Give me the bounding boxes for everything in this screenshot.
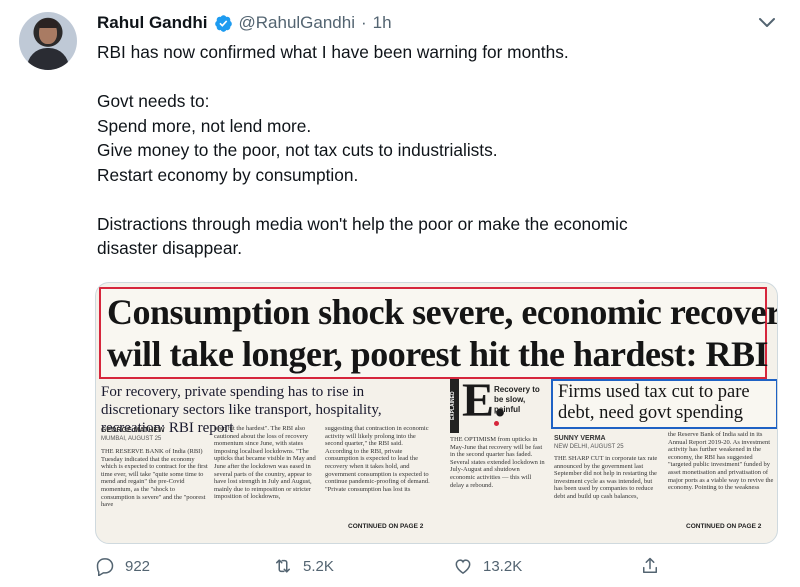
tweet-line: RBI has now confirmed what I have been w… [97, 42, 569, 62]
headline-line: will take longer, poorest hit the hardes… [107, 334, 769, 374]
continued-label: CONTINUED ON PAGE 2 [686, 523, 762, 530]
clipping-dateline: NEW DELHI, AUGUST 25 [554, 444, 624, 450]
reply-icon [96, 558, 114, 576]
side-headline-line: debt, need govt spending [558, 403, 743, 423]
explained-box: EXPLAINED E. Recovery to be slow, painfu… [450, 374, 547, 433]
tweet-line: Give money to the poor, not tax cuts to … [97, 140, 498, 160]
author-handle[interactable]: @RahulGandhi [239, 13, 356, 33]
retweet-button[interactable]: 5.2K [273, 556, 334, 576]
like-count: 13.2K [483, 557, 523, 575]
side-headline-line: Firms used tax cut to pare [558, 382, 750, 402]
tweet-line: Govt needs to: [97, 91, 210, 111]
clipping-column: THE OPTIMISM from upticks in May-June th… [450, 436, 545, 489]
side-headline-highlight-box: Firms used tax cut to pare debt, need go… [551, 379, 777, 429]
tweet-line: Spend more, not lend more. [97, 115, 312, 136]
reply-count: 922 [125, 557, 151, 575]
more-icon[interactable] [755, 12, 779, 32]
explained-tag: EXPLAINED [450, 379, 459, 433]
tweet-line: disaster disappear. [97, 238, 243, 258]
clipping-byline: GEORGE MATHEW [101, 427, 165, 434]
tweet-text: RBI has now confirmed what I have been w… [97, 40, 787, 261]
clipping-byline: SUNNY VERMA [554, 435, 606, 442]
side-headline: Firms used tax cut to pare debt, need go… [558, 382, 750, 424]
retweet-count: 5.2K [303, 557, 334, 575]
tweet-media-image[interactable]: Consumption shock severe, economic recov… [95, 282, 778, 544]
reply-button[interactable]: 922 [95, 556, 150, 576]
separator-dot: · [361, 13, 367, 32]
author-name[interactable]: Rahul Gandhi [97, 13, 208, 33]
tweet-header: Rahul Gandhi @RahulGandhi · 1h [97, 12, 392, 34]
tweet-line: Restart economy by consumption. [97, 164, 359, 185]
share-button[interactable] [640, 556, 660, 576]
tweet-line: Distractions through media won't help th… [97, 213, 628, 234]
clipping-column: THE RESERVE BANK of India (RBI) Tuesday … [101, 448, 208, 509]
clipping-column: THE SHARP CUT in corporate tax rate anno… [554, 455, 658, 500]
red-dot [494, 421, 499, 426]
explained-text: Recovery to be slow, painful [494, 385, 540, 414]
like-icon [455, 559, 471, 574]
clipping-column: the Reserve Bank of India said in its An… [668, 431, 774, 492]
verified-badge-icon [214, 14, 232, 32]
clipping-dateline: MUMBAI, AUGUST 25 [101, 436, 162, 442]
retweet-icon [276, 559, 290, 573]
headline-line: Consumption shock severe, economic recov… [107, 292, 778, 332]
like-button[interactable]: 13.2K [453, 556, 522, 576]
clipping-headline: Consumption shock severe, economic recov… [107, 291, 778, 375]
share-icon [643, 557, 657, 573]
tweet-actions: 922 5.2K 13.2K [95, 556, 695, 580]
headline-highlight-box: Consumption shock severe, economic recov… [99, 287, 777, 379]
clipping-column: been hit the hardest". The RBI also caut… [214, 425, 316, 501]
clipping-column: suggesting that contraction in economic … [325, 425, 430, 493]
continued-label: CONTINUED ON PAGE 2 [348, 523, 424, 530]
avatar[interactable] [19, 12, 77, 70]
timestamp[interactable]: 1h [373, 13, 392, 33]
